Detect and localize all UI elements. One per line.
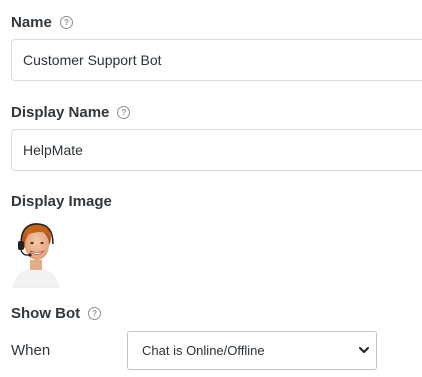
- display-image-label: Display Image: [11, 193, 112, 210]
- display-name-input[interactable]: [11, 129, 422, 171]
- show-bot-label: Show Bot: [11, 305, 81, 322]
- show-bot-when-select[interactable]: Chat is Online/Offline: [127, 331, 377, 370]
- name-input[interactable]: [11, 39, 422, 81]
- name-label-row: Name ?: [11, 14, 73, 31]
- display-name-label-row: Display Name ?: [11, 104, 131, 121]
- when-label: When: [11, 342, 51, 359]
- support-agent-avatar-icon: [12, 223, 60, 289]
- display-image-avatar[interactable]: [11, 218, 61, 289]
- name-label: Name: [11, 14, 52, 31]
- chevron-down-icon: [359, 347, 369, 353]
- show-bot-when-selected-value: Chat is Online/Offline: [142, 343, 265, 358]
- display-image-label-row: Display Image: [11, 193, 112, 210]
- name-help-icon[interactable]: ?: [59, 16, 73, 29]
- display-name-help-icon[interactable]: ?: [117, 106, 131, 119]
- show-bot-help-icon[interactable]: ?: [88, 307, 102, 320]
- display-name-label: Display Name: [11, 104, 110, 121]
- show-bot-label-row: Show Bot ?: [11, 305, 102, 322]
